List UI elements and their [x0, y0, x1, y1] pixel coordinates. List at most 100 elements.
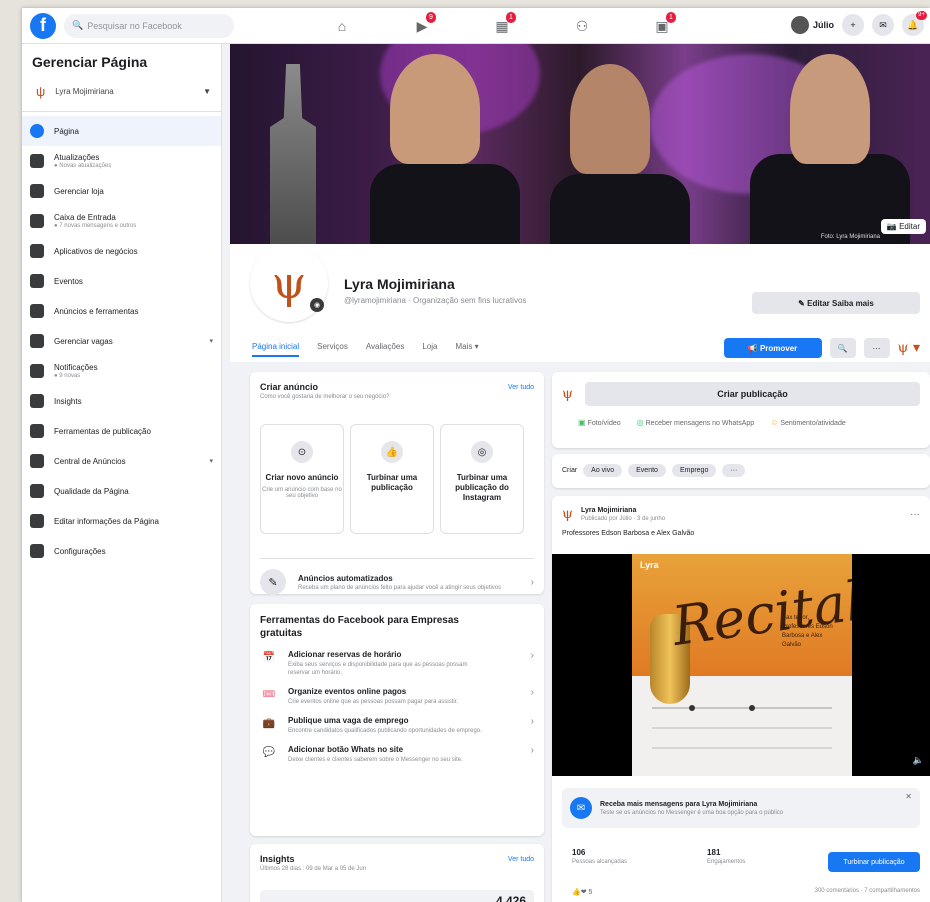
sidebar-item-9[interactable]: Insights [22, 386, 221, 416]
feeling-label: Sentimento/atividade [780, 420, 846, 427]
inbox-icon [30, 214, 44, 228]
sidebar-item-text: Central de Anúncios [54, 457, 126, 466]
reactions-icon: 👍❤ [572, 889, 587, 896]
more-chip[interactable]: ··· [722, 464, 746, 477]
sidebar-item-2[interactable]: Gerenciar loja [22, 176, 221, 206]
search-placeholder: Pesquisar no Facebook [87, 20, 182, 31]
messenger-icon[interactable]: ✉ [872, 14, 894, 36]
reactions-count[interactable]: 👍❤ 5 [572, 888, 592, 896]
promote-button[interactable]: 📢 Promover [723, 338, 822, 358]
feeling-option[interactable]: ☺ Sentimento/atividade [770, 418, 846, 427]
insights-metric-box: 4.426 [260, 890, 534, 902]
sidebar-item-1[interactable]: Atualizações ● Novas atualizações [22, 146, 221, 176]
job-chip[interactable]: Emprego [671, 464, 717, 477]
target-icon: ⊙ [291, 441, 313, 463]
sidebar-item-7[interactable]: Gerenciar vagas ▾ [22, 326, 221, 356]
search-input[interactable]: 🔍 Pesquisar no Facebook [64, 13, 234, 38]
tool-item-3[interactable]: 💬 Adicionar botão Whats no site Deixe clie… [260, 745, 534, 764]
messenger-promo[interactable]: ✉ Receba mais mensagens para Lyra Mojimi… [562, 788, 920, 828]
whatsapp-option[interactable]: ◎ Receber mensagens no WhatsApp [637, 418, 755, 427]
sidebar-item-label: Qualidade da Página [54, 486, 129, 496]
facebook-logo-icon[interactable]: f [30, 12, 56, 39]
sidebar-item-4[interactable]: Aplicativos de negócios [22, 236, 221, 266]
photo-video-option[interactable]: ▣ Foto/vídeo [578, 418, 621, 427]
ads-icon [30, 454, 44, 468]
tool-item-1[interactable]: 🎟 Organize eventos online pagos Crie event… [260, 687, 534, 706]
sidebar-item-label: Ferramentas de publicação [54, 426, 151, 436]
sidebar-item-11[interactable]: Central de Anúncios ▾ [22, 446, 221, 476]
sidebar-item-8[interactable]: Notificações ● 9 novas [22, 356, 221, 386]
sidebar-item-text: Caixa de Entrada ● 7 novas mensagens e ou… [54, 213, 136, 229]
post-header: ψ Lyra Mojimiriana Publicado por Júlio ·… [562, 506, 920, 522]
volume-icon[interactable]: 🔈 [913, 755, 924, 766]
tower-image [270, 64, 316, 244]
user-profile-button[interactable]: Júlio [790, 16, 834, 34]
post-video[interactable]: Lyra Recital Sax tenor, Professores Edso… [552, 554, 930, 776]
edit-info-button[interactable]: ✎ Editar Saiba mais [752, 292, 920, 314]
close-icon[interactable]: ✕ [905, 792, 912, 801]
edit-cover-button[interactable]: 📷 Editar [880, 219, 926, 234]
sidebar-item-text: Atualizações ● Novas atualizações [54, 153, 111, 169]
whatsapp-label: Receber mensagens no WhatsApp [645, 420, 755, 427]
groups-icon[interactable]: ⚇ [542, 8, 622, 44]
post-author-avatar[interactable]: ψ [562, 506, 573, 522]
tab-4[interactable]: Mais ▾ [456, 342, 479, 357]
tab-1[interactable]: Serviços [317, 342, 348, 357]
sidebar-item-14[interactable]: Configurações [22, 536, 221, 566]
comments-count[interactable]: 300 comentários · 7 compartilhamentos [815, 888, 920, 894]
tool-item-2[interactable]: 💼 Publique uma vaga de emprego Encontre ca… [260, 716, 534, 735]
page-logo-icon[interactable]: ψ ▾ [898, 340, 920, 356]
more-options-icon[interactable]: ··· [863, 338, 890, 358]
live-chip[interactable]: Ao vivo [583, 464, 623, 477]
ad-option-1[interactable]: 👍 Turbinar uma publicação [350, 424, 434, 534]
menu-icon[interactable]: + [842, 14, 864, 36]
sidebar-item-label: Insights [54, 396, 82, 406]
page-avatar[interactable]: ψ ◉ [250, 244, 328, 322]
sidebar-item-13[interactable]: Editar informações da Página [22, 506, 221, 536]
tab-2[interactable]: Avaliações [366, 342, 405, 357]
ad-option-0[interactable]: ⊙ Criar novo anúncio Crie um anúncio com b… [260, 424, 344, 534]
chevron-right-icon: › [530, 687, 534, 698]
sidebar-item-text: Ferramentas de publicação [54, 427, 151, 436]
engagement-value: 181 [707, 848, 721, 857]
create-ad-see-all-link[interactable]: Ver tudo [508, 384, 534, 391]
notifications-icon[interactable]: 🔔 9+ [902, 11, 927, 36]
post-author[interactable]: Lyra Mojimiriana [581, 507, 665, 514]
page-selector[interactable]: ψ Lyra Mojimiriana ▼ [36, 84, 211, 99]
cover-photo[interactable]: Foto: Lyra Mojimiriana 📷 Editar [230, 44, 930, 244]
manage-page-sidebar: Gerenciar Página ψ Lyra Mojimiriana ▼ Pá… [22, 44, 222, 902]
sidebar-item-0[interactable]: Página [22, 116, 221, 146]
sidebar-item-label: Configurações [54, 546, 106, 556]
sidebar-item-3[interactable]: Caixa de Entrada ● 7 novas mensagens e ou… [22, 206, 221, 236]
user-avatar [790, 16, 809, 34]
automated-ads-title: Anúncios automatizados [298, 573, 393, 583]
sidebar-item-text: Editar informações da Página [54, 517, 159, 526]
tool-item-0[interactable]: 📅 Adicionar reservas de horário Exiba seus… [260, 650, 534, 677]
page-tabs: Página inicial Serviços Avaliações Loja Mais… [252, 342, 479, 357]
create-post-button[interactable]: Criar publicação [584, 382, 920, 406]
sidebar-menu: Página Atualizações ● Novas atualizações Ge… [22, 116, 221, 566]
gaming-icon[interactable]: ▣ 1 [622, 8, 702, 44]
business-tools-list: 📅 Adicionar reservas de horário Exiba seus… [250, 650, 544, 764]
sidebar-item-6[interactable]: Anúncios e ferramentas [22, 296, 221, 326]
sidebar-item-label: Página [54, 126, 79, 136]
home-icon[interactable]: ⌂ [302, 8, 382, 44]
sidebar-item-sub: ● Novas atualizações [54, 163, 112, 169]
camera-icon[interactable]: ◉ [310, 298, 324, 312]
boost-post-button[interactable]: Turbinar publicação [828, 852, 920, 872]
sidebar-item-10[interactable]: Ferramentas de publicação [22, 416, 221, 446]
insights-see-all-link[interactable]: Ver tudo [508, 856, 534, 863]
post-more-icon[interactable]: ··· [910, 509, 920, 520]
post-meta: Publicado por Júlio · 3 de junho [580, 515, 666, 522]
tab-3[interactable]: Loja [422, 342, 437, 357]
automated-ads-row[interactable]: ✎ Anúncios automatizados Receba um plano… [260, 558, 534, 595]
ad-option-sub: Crie um anúncio com base no seu objetivo [262, 487, 342, 499]
marketplace-icon[interactable]: ▦ 1 [462, 8, 542, 44]
search-page-icon[interactable]: 🔍 [829, 338, 856, 358]
tab-0[interactable]: Página inicial [252, 342, 300, 357]
sidebar-item-12[interactable]: Qualidade da Página [22, 476, 221, 506]
ad-option-2[interactable]: ◎ Turbinar uma publicação do Instagram [440, 424, 524, 534]
sidebar-item-5[interactable]: Eventos [22, 266, 221, 296]
watch-icon[interactable]: ▶ 9 [382, 8, 462, 44]
event-chip[interactable]: Evento [628, 464, 666, 477]
